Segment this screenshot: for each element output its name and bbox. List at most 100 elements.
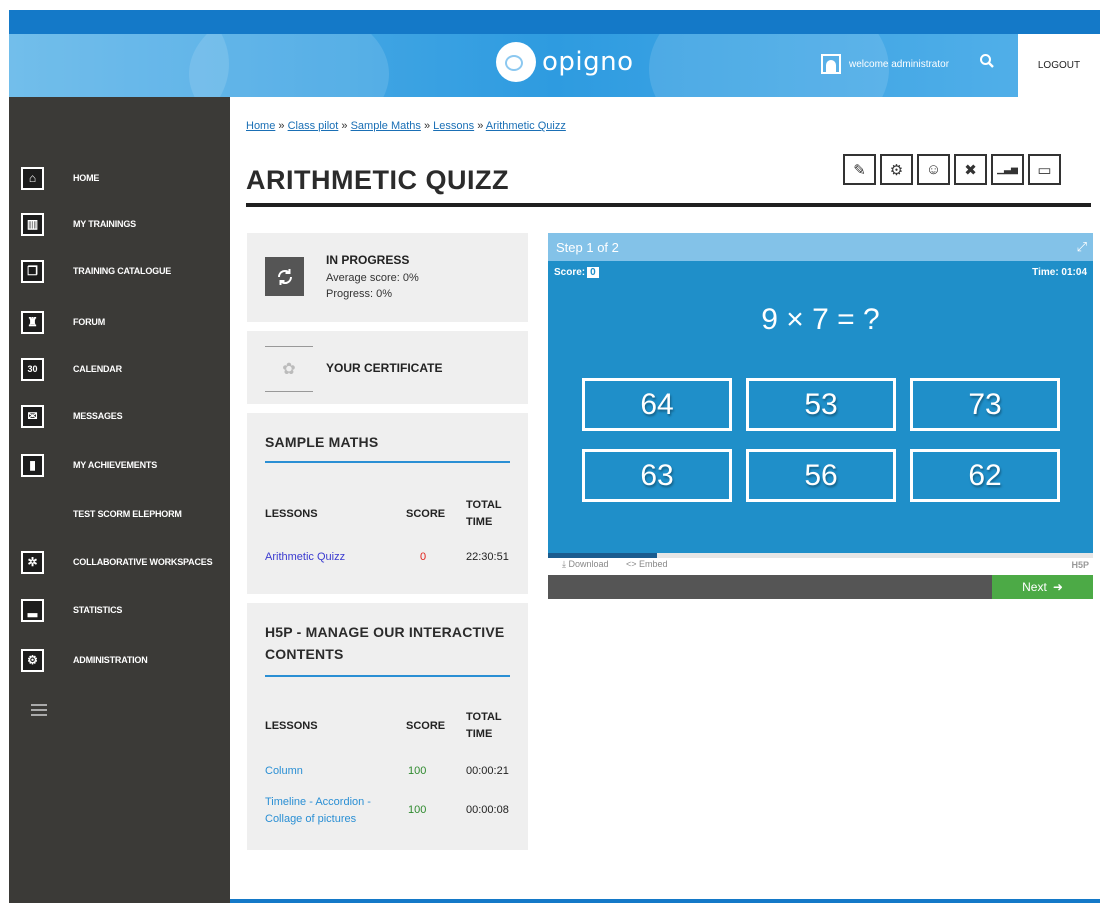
lesson-link[interactable]: Timeline - Accordion - Collage of pictur… xyxy=(265,794,371,828)
section-title-line: CONTENTS xyxy=(265,646,344,662)
sidebar-item-calendar[interactable]: 30 CALENDAR xyxy=(9,354,230,384)
column-header-lessons: LESSONS xyxy=(265,508,318,520)
section-divider xyxy=(265,461,510,463)
user-menu[interactable]: welcome administrator xyxy=(821,54,949,74)
breadcrumb-arithmetic-quizz[interactable]: Arithmetic Quizz xyxy=(486,120,566,132)
embed-link[interactable]: <> Embed xyxy=(626,559,668,569)
score-label: Score: 0 xyxy=(554,267,599,278)
breadcrumb-sample-maths[interactable]: Sample Maths xyxy=(351,120,421,132)
section-title: SAMPLE MATHS xyxy=(265,434,379,450)
sidebar-item-training-catalogue[interactable]: ❐ TRAINING CATALOGUE xyxy=(9,256,230,286)
h5p-logo: H5P xyxy=(1071,560,1089,570)
next-button[interactable]: Next ➜ xyxy=(992,575,1093,599)
sidebar-item-label: TEST SCORM ELEPHORM xyxy=(73,509,182,519)
answer-option[interactable]: 56 xyxy=(746,449,896,502)
sidebar-item-my-trainings[interactable]: ▥ MY TRAININGS xyxy=(9,209,230,239)
sidebar-item-forum[interactable]: ♜ FORUM xyxy=(9,307,230,337)
lesson-link-line: Collage of pictures xyxy=(265,813,357,825)
column-header-total: TOTAL xyxy=(466,499,502,511)
sidebar-item-label: FORUM xyxy=(73,317,105,327)
header: opigno welcome administrator LOGOUT xyxy=(9,34,1100,97)
sidebar-item-collaborative-workspaces[interactable]: ✲ COLLABORATIVE WORKSPACES xyxy=(9,547,230,577)
lesson-score: 100 xyxy=(408,804,427,816)
column-header-score: SCORE xyxy=(406,720,446,732)
sidebar: ⌂ HOME ▥ MY TRAININGS ❐ TRAINING CATALOG… xyxy=(9,97,230,903)
column-header-total: TOTAL xyxy=(466,711,502,723)
status-title: IN PROGRESS xyxy=(326,253,410,267)
sidebar-item-label: TRAINING CATALOGUE xyxy=(73,266,172,276)
timer: Time: 01:04 xyxy=(1032,267,1087,278)
breadcrumb-separator: » xyxy=(341,120,348,132)
download-link[interactable]: ⤓ Download xyxy=(562,559,609,570)
messages-icon: ✉ xyxy=(21,404,44,428)
answer-option[interactable]: 53 xyxy=(746,378,896,431)
section-divider xyxy=(265,675,510,677)
column-header-lessons: LESSONS xyxy=(265,720,318,732)
logo[interactable]: opigno xyxy=(496,42,634,82)
statistics-icon: ▂ xyxy=(21,598,44,622)
embed-label: Embed xyxy=(639,559,668,569)
sidebar-item-label: ADMINISTRATION xyxy=(73,655,148,665)
sidebar-item-administration[interactable]: ⚙ ADMINISTRATION xyxy=(9,645,230,675)
edit-icon[interactable]: ✎ xyxy=(843,154,876,185)
answer-option[interactable]: 63 xyxy=(582,449,732,502)
lesson-link-line: Timeline - Accordion - xyxy=(265,796,371,808)
certificate-icon: ✿ xyxy=(265,346,313,392)
forum-icon: ♜ xyxy=(21,310,44,334)
progress-text: Progress: 0% xyxy=(326,288,393,300)
sidebar-item-label: MESSAGES xyxy=(73,411,123,421)
refresh-icon xyxy=(265,257,304,296)
player-header: Step 1 of 2 ⤢ xyxy=(548,233,1093,261)
menu-toggle-icon[interactable] xyxy=(31,704,47,716)
breadcrumb-home[interactable]: Home xyxy=(246,120,275,132)
download-label: Download xyxy=(568,559,609,569)
tools-icon[interactable]: ✖ xyxy=(954,154,987,185)
lesson-link[interactable]: Arithmetic Quizz xyxy=(265,549,345,566)
books-icon: ▥ xyxy=(21,212,44,236)
sidebar-item-messages[interactable]: ✉ MESSAGES xyxy=(9,401,230,431)
logo-text: opigno xyxy=(542,47,634,77)
arrow-right-icon: ➜ xyxy=(1052,580,1063,594)
calendar-icon: 30 xyxy=(21,357,44,381)
question-text: 9 × 7 = ? xyxy=(761,303,880,336)
sidebar-item-statistics[interactable]: ▂ STATISTICS xyxy=(9,595,230,625)
title-divider xyxy=(246,203,1091,207)
breadcrumb-class-pilot[interactable]: Class pilot xyxy=(288,120,339,132)
search-icon[interactable] xyxy=(979,53,1001,75)
lesson-link[interactable]: Column xyxy=(265,763,303,780)
section-title-line: H5P - MANAGE OUR INTERACTIVE xyxy=(265,624,505,640)
certificate-card[interactable]: ✿ YOUR CERTIFICATE xyxy=(247,331,528,404)
sidebar-item-label: CALENDAR xyxy=(73,364,122,374)
breadcrumb-separator: » xyxy=(278,120,285,132)
sidebar-item-label: STATISTICS xyxy=(73,605,123,615)
home-icon: ⌂ xyxy=(21,166,44,190)
score-label-text: Score: xyxy=(554,267,586,278)
settings-icon[interactable]: ⚙ xyxy=(880,154,913,185)
status-card: IN PROGRESS Average score: 0% Progress: … xyxy=(247,233,528,322)
members-icon[interactable]: ☺ xyxy=(917,154,950,185)
chart-icon[interactable]: ▁▃▅ xyxy=(991,154,1024,185)
player-footer: ⤓ Download <> Embed H5P xyxy=(548,558,1093,573)
lesson-score: 100 xyxy=(408,765,427,777)
sidebar-item-test-scorm-elephorm[interactable]: TEST SCORM ELEPHORM xyxy=(9,499,230,529)
player-nav-bar: Next ➜ xyxy=(548,575,1093,599)
breadcrumb-lessons[interactable]: Lessons xyxy=(433,120,474,132)
breadcrumb-separator: » xyxy=(423,120,431,132)
column-header-time: TIME xyxy=(466,728,493,740)
sidebar-item-home[interactable]: ⌂ HOME xyxy=(9,163,230,193)
answer-option[interactable]: 62 xyxy=(910,449,1060,502)
answer-option[interactable]: 64 xyxy=(582,378,732,431)
lesson-score: 0 xyxy=(420,551,427,563)
fullscreen-icon[interactable]: ⤢ xyxy=(1077,239,1087,255)
score-value: 0 xyxy=(587,267,599,278)
logout-button[interactable]: LOGOUT xyxy=(1018,34,1100,97)
lesson-time: 00:00:08 xyxy=(466,804,509,816)
breadcrumb: Home » Class pilot » Sample Maths » Less… xyxy=(246,120,566,132)
certificate-title: YOUR CERTIFICATE xyxy=(326,361,443,375)
scoreboard-icon[interactable]: ▭ xyxy=(1028,154,1061,185)
quiz-stage: Score: 0 Time: 01:04 9 × 7 = ? 64 53 73 6… xyxy=(548,261,1093,553)
sidebar-item-label: MY ACHIEVEMENTS xyxy=(73,460,158,470)
sidebar-item-my-achievements[interactable]: ▮ MY ACHIEVEMENTS xyxy=(9,450,230,480)
answer-option[interactable]: 73 xyxy=(910,378,1060,431)
column-header-time: TIME xyxy=(466,516,493,528)
